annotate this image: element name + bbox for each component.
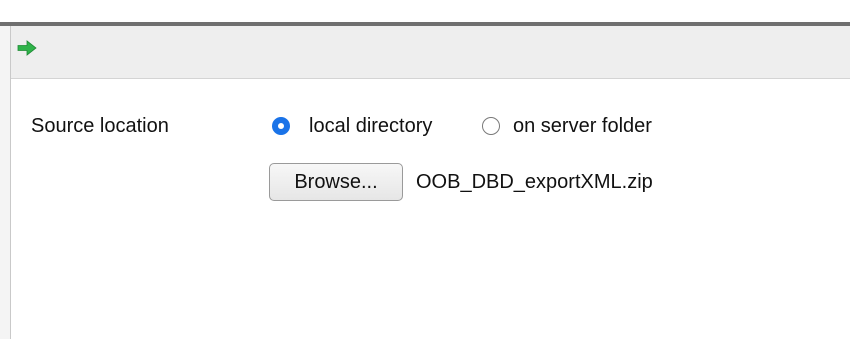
left-gutter: [0, 26, 10, 339]
go-button[interactable]: [14, 37, 40, 59]
radio-on-server-folder[interactable]: [482, 117, 500, 135]
green-right-arrow-icon: [17, 40, 37, 56]
radio-local-directory-label[interactable]: local directory: [309, 114, 432, 138]
app-frame: Source location local directory on serve…: [0, 0, 850, 339]
toolbar: [10, 26, 850, 79]
selected-file-name: OOB_DBD_exportXML.zip: [416, 171, 653, 193]
browse-button[interactable]: Browse...: [269, 163, 403, 201]
radio-on-server-folder-label[interactable]: on server folder: [513, 114, 652, 138]
radio-local-directory[interactable]: [272, 117, 290, 135]
source-location-label: Source location: [31, 115, 169, 137]
